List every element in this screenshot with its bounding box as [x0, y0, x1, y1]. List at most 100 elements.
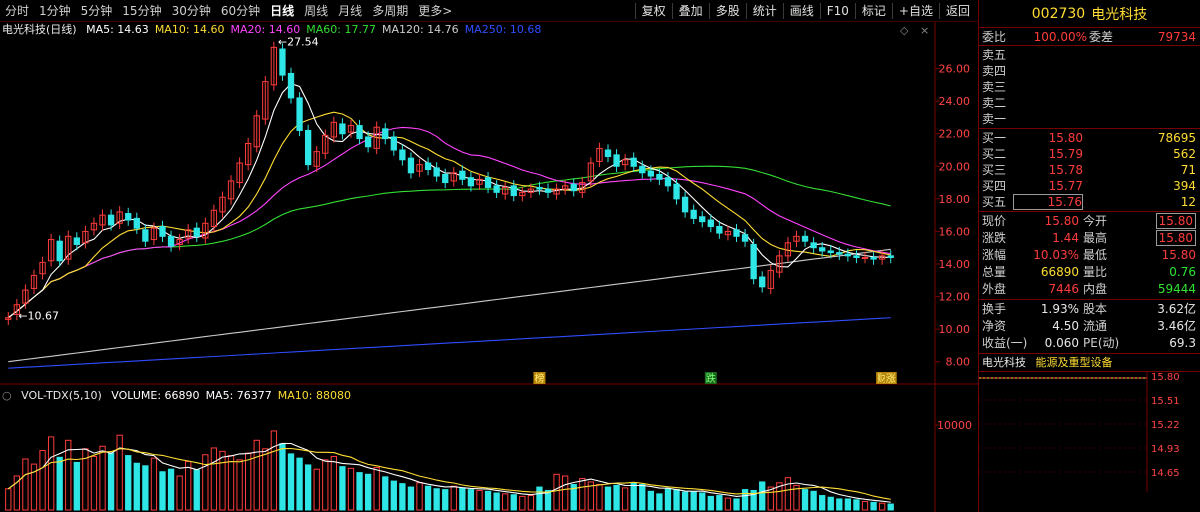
- timeframe-tab[interactable]: 日线: [265, 0, 299, 22]
- volume-bar[interactable]: [647, 490, 654, 511]
- candle-body[interactable]: [424, 162, 432, 171]
- volume-bar[interactable]: [245, 452, 252, 511]
- volume-bar[interactable]: [716, 495, 723, 511]
- volume-bar[interactable]: [210, 447, 218, 511]
- volume-bar[interactable]: [296, 457, 303, 511]
- candle-body[interactable]: [673, 183, 680, 200]
- volume-bar[interactable]: [459, 487, 466, 511]
- volume-bar[interactable]: [407, 486, 415, 511]
- volume-bar[interactable]: [562, 475, 569, 511]
- volume-bar[interactable]: [176, 475, 183, 511]
- volume-bar[interactable]: [373, 467, 380, 511]
- volume-bar[interactable]: [741, 489, 749, 511]
- volume-bar[interactable]: [73, 461, 80, 511]
- candle-body[interactable]: [681, 196, 689, 213]
- candle-body[interactable]: [544, 188, 552, 193]
- volume-bar[interactable]: [801, 489, 809, 511]
- candle-body[interactable]: [364, 136, 372, 148]
- volume-bar[interactable]: [836, 498, 843, 511]
- volume-bar[interactable]: [681, 491, 689, 511]
- candle-body[interactable]: [741, 234, 749, 242]
- volume-bar[interactable]: [596, 484, 603, 511]
- volume-bar[interactable]: [399, 483, 406, 511]
- volume-bar[interactable]: [724, 497, 732, 511]
- toolbar-button[interactable]: 叠加: [671, 3, 709, 19]
- volume-bar[interactable]: [699, 492, 706, 511]
- candle-body[interactable]: [733, 229, 740, 237]
- volume-bar[interactable]: [262, 448, 269, 511]
- candle-body[interactable]: [304, 129, 312, 166]
- volume-bar[interactable]: [416, 482, 423, 511]
- candle-body[interactable]: [613, 154, 620, 167]
- volume-bar[interactable]: [853, 499, 860, 511]
- candle-body[interactable]: [390, 136, 397, 151]
- candle-body[interactable]: [142, 229, 149, 242]
- volume-bar[interactable]: [424, 485, 432, 511]
- volume-bar[interactable]: [527, 495, 535, 511]
- volume-bar[interactable]: [185, 461, 192, 511]
- volume-bar[interactable]: [364, 473, 372, 511]
- buy-level-row[interactable]: 买四 15.77 394: [979, 178, 1200, 194]
- volume-bar[interactable]: [784, 477, 792, 511]
- toolbar-button[interactable]: +自选: [891, 3, 939, 19]
- candle-body[interactable]: [861, 256, 869, 259]
- volume-bar[interactable]: [270, 430, 278, 511]
- candle-body[interactable]: [125, 213, 132, 221]
- candle-body[interactable]: [836, 252, 843, 255]
- volume-bar[interactable]: [502, 493, 509, 511]
- volume-minimize-icon[interactable]: ○: [2, 389, 12, 402]
- volume-bar[interactable]: [878, 502, 886, 511]
- candle-body[interactable]: [382, 128, 389, 140]
- toolbar-button[interactable]: 标记: [854, 3, 892, 19]
- volume-bar[interactable]: [125, 455, 132, 511]
- timeframe-tab[interactable]: 1分钟: [34, 0, 76, 22]
- candle-body[interactable]: [887, 255, 894, 258]
- candle-body[interactable]: [73, 237, 80, 245]
- candle-body[interactable]: [759, 276, 766, 288]
- candle-body[interactable]: [510, 185, 517, 197]
- candle-body[interactable]: [536, 186, 543, 190]
- volume-bar[interactable]: [322, 459, 329, 511]
- volume-bar[interactable]: [56, 456, 63, 511]
- candle-body[interactable]: [570, 183, 577, 192]
- volume-bar[interactable]: [99, 445, 106, 511]
- volume-bar[interactable]: [330, 455, 337, 511]
- candle-body[interactable]: [442, 173, 449, 184]
- volume-bar[interactable]: [664, 488, 672, 511]
- volume-bar[interactable]: [382, 476, 389, 511]
- volume-bar[interactable]: [339, 466, 346, 511]
- volume-bar[interactable]: [510, 494, 517, 511]
- volume-bar[interactable]: [536, 486, 543, 511]
- volume-bar[interactable]: [22, 458, 29, 511]
- candle-body[interactable]: [639, 165, 646, 174]
- volume-bar[interactable]: [759, 481, 766, 511]
- volume-bar[interactable]: [253, 439, 260, 511]
- volume-bar[interactable]: [107, 452, 115, 511]
- candle-body[interactable]: [827, 250, 834, 254]
- volume-bar[interactable]: [819, 495, 826, 511]
- volume-bar[interactable]: [621, 487, 629, 511]
- volume-bar[interactable]: [870, 501, 877, 511]
- volume-bar[interactable]: [579, 478, 586, 511]
- toolbar-button[interactable]: F10: [819, 3, 855, 19]
- candle-body[interactable]: [356, 125, 363, 140]
- volume-bar[interactable]: [236, 459, 243, 511]
- candle-body[interactable]: [699, 216, 706, 223]
- volume-bar[interactable]: [656, 493, 663, 511]
- volume-bar[interactable]: [810, 490, 817, 511]
- volume-bar[interactable]: [347, 467, 355, 511]
- candle-body[interactable]: [193, 227, 200, 237]
- candle-body[interactable]: [407, 157, 415, 174]
- candle-body[interactable]: [493, 185, 500, 193]
- candle-body[interactable]: [459, 170, 466, 180]
- volume-bar[interactable]: [613, 484, 620, 511]
- candle-body[interactable]: [853, 255, 860, 258]
- candle-body[interactable]: [844, 253, 852, 257]
- candle-body[interactable]: [707, 219, 714, 228]
- candle-body[interactable]: [484, 177, 492, 188]
- candle-body[interactable]: [870, 256, 877, 260]
- toolbar-button[interactable]: 统计: [745, 3, 783, 19]
- buy-level-row[interactable]: 买五 15.76 12: [979, 194, 1200, 210]
- volume-bar[interactable]: [313, 468, 320, 511]
- candle-body[interactable]: [604, 149, 612, 158]
